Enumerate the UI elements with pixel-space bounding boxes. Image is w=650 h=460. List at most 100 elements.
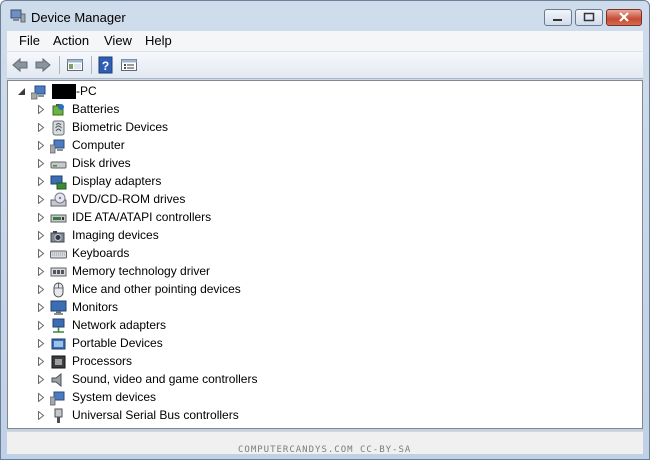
tree-node-keyboards[interactable]: Keyboards <box>37 245 337 263</box>
tree-node-label: Mice and other pointing devices <box>72 282 241 296</box>
expand-triangle-icon[interactable] <box>37 105 45 114</box>
maximize-icon <box>583 12 595 22</box>
portable-device-icon <box>51 338 66 350</box>
expand-triangle-icon[interactable] <box>37 267 45 276</box>
device-manager-icon <box>10 9 26 23</box>
tree-node-label: Batteries <box>72 102 120 116</box>
computer-icon <box>31 85 46 100</box>
tree-node-label: Memory technology driver <box>72 264 211 278</box>
menu-file[interactable]: File <box>19 33 40 48</box>
forward-arrow-icon[interactable] <box>34 56 52 74</box>
title-bar[interactable]: Device Manager <box>1 1 649 31</box>
mouse-icon <box>53 282 64 298</box>
menu-bar: File Action View Help <box>7 31 643 52</box>
expand-triangle-icon[interactable] <box>37 321 45 330</box>
tree-node-ide-ata-atapi-controllers[interactable]: IDE ATA/ATAPI controllers <box>37 209 337 227</box>
minimize-icon <box>553 19 562 21</box>
monitor-icon <box>50 300 67 315</box>
help-icon[interactable]: ? <box>98 56 114 74</box>
tree-node-label: Portable Devices <box>72 336 163 350</box>
tree-node-label: Computer <box>72 138 125 152</box>
tree-node-system-devices[interactable]: System devices <box>37 389 337 407</box>
computer-icon <box>50 139 65 154</box>
toolbar-separator <box>91 56 92 74</box>
toolbar: ? <box>7 52 643 79</box>
system-device-icon <box>50 391 65 406</box>
window-title: Device Manager <box>31 10 126 25</box>
speaker-icon <box>51 372 62 388</box>
tree-node-computer[interactable]: Computer <box>37 137 337 155</box>
tree-node-disk-drives[interactable]: Disk drives <box>37 155 337 173</box>
show-hide-console-tree-icon[interactable] <box>66 56 84 74</box>
tree-node-portable-devices[interactable]: Portable Devices <box>37 335 337 353</box>
menu-action[interactable]: Action <box>53 33 89 48</box>
expand-triangle-icon[interactable] <box>37 177 45 186</box>
tree-node-sound-video-and-game-controllers[interactable]: Sound, video and game controllers <box>37 371 337 389</box>
tree-node-label: IDE ATA/ATAPI controllers <box>72 210 212 224</box>
tree-root-node[interactable]: -PC <box>18 83 218 101</box>
tree-node-label: Biometric Devices <box>72 120 169 134</box>
usb-icon <box>54 408 63 423</box>
tree-node-universal-serial-bus-controllers[interactable]: Universal Serial Bus controllers <box>37 407 337 425</box>
tree-node-monitors[interactable]: Monitors <box>37 299 337 317</box>
tree-node-label: Imaging devices <box>72 228 159 242</box>
tree-node-label: Disk drives <box>72 156 131 170</box>
ide-controller-icon <box>50 214 67 223</box>
close-icon <box>619 12 629 22</box>
camera-icon <box>50 231 65 243</box>
fingerprint-icon <box>52 120 65 136</box>
expand-triangle-icon[interactable] <box>37 159 45 168</box>
disk-drive-icon <box>50 161 67 169</box>
close-button[interactable] <box>606 9 642 26</box>
minimize-button[interactable] <box>544 9 572 26</box>
keyboard-icon <box>50 250 67 259</box>
tree-node-label: Network adapters <box>72 318 167 332</box>
tree-node-batteries[interactable]: Batteries <box>37 101 337 119</box>
expand-triangle-icon[interactable] <box>37 303 45 312</box>
network-adapter-icon <box>52 318 65 333</box>
tree-node-label: System devices <box>72 390 157 404</box>
tree-node-label: Processors <box>72 354 133 368</box>
optical-drive-icon <box>50 192 67 207</box>
display-adapter-icon <box>50 175 67 190</box>
expand-triangle-icon[interactable] <box>37 393 45 402</box>
tree-node-imaging-devices[interactable]: Imaging devices <box>37 227 337 245</box>
svg-text:?: ? <box>102 59 109 73</box>
tree-node-display-adapters[interactable]: Display adapters <box>37 173 337 191</box>
processor-icon <box>51 355 66 369</box>
expand-triangle-icon[interactable] <box>37 249 45 258</box>
expand-triangle-icon[interactable] <box>37 141 45 150</box>
expand-triangle-icon[interactable] <box>37 339 45 348</box>
device-tree[interactable]: -PC Batteries Biometric Devices Computer Di… <box>7 80 643 429</box>
menu-view[interactable]: View <box>104 33 132 48</box>
toolbar-separator <box>59 56 60 74</box>
expand-triangle-icon[interactable] <box>37 357 45 366</box>
tree-node-dvd-cd-rom-drives[interactable]: DVD/CD-ROM drives <box>37 191 337 209</box>
battery-icon <box>52 104 64 116</box>
tree-node-label: Keyboards <box>72 246 130 260</box>
expand-triangle-icon[interactable] <box>37 231 45 240</box>
expand-triangle-icon[interactable] <box>37 375 45 384</box>
expand-triangle-icon[interactable] <box>37 195 45 204</box>
watermark: COMPUTERCANDYS.COM CC-BY-SA <box>238 445 412 455</box>
menu-help[interactable]: Help <box>145 33 172 48</box>
memory-icon <box>50 267 67 277</box>
tree-node-memory-technology-driver[interactable]: Memory technology driver <box>37 263 337 281</box>
device-manager-window: Device Manager File Action View Help ? -… <box>0 0 650 460</box>
expand-triangle-icon[interactable] <box>37 411 45 420</box>
tree-node-mice-and-other-pointing-devices[interactable]: Mice and other pointing devices <box>37 281 337 299</box>
tree-root-label: -PC <box>76 84 97 98</box>
properties-icon[interactable] <box>120 56 138 74</box>
expand-triangle-icon[interactable] <box>37 285 45 294</box>
tree-node-label: Sound, video and game controllers <box>72 372 258 386</box>
expand-triangle-icon[interactable] <box>37 123 45 132</box>
tree-node-label: Display adapters <box>72 174 162 188</box>
tree-node-label: Monitors <box>72 300 119 314</box>
tree-node-processors[interactable]: Processors <box>37 353 337 371</box>
tree-node-biometric-devices[interactable]: Biometric Devices <box>37 119 337 137</box>
expand-triangle-icon[interactable] <box>37 213 45 222</box>
tree-node-network-adapters[interactable]: Network adapters <box>37 317 337 335</box>
back-arrow-icon[interactable] <box>11 56 29 74</box>
maximize-button[interactable] <box>575 9 603 26</box>
collapse-triangle-icon[interactable] <box>18 87 26 96</box>
